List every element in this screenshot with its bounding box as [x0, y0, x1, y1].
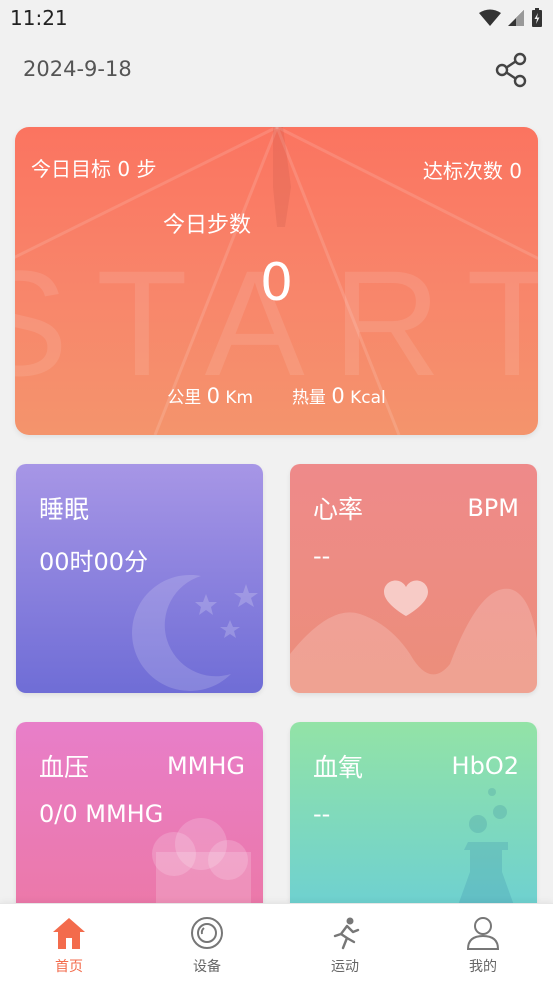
steps-title: 今日步数 [163, 213, 252, 238]
date-label: 2024-9-18 [23, 57, 132, 81]
nav-sport[interactable]: 运动 [295, 916, 395, 976]
distance-value: 0 [206, 384, 220, 408]
sleep-title: 睡眠 [39, 495, 90, 524]
nav-device-label: 设备 [193, 959, 221, 975]
status-icons [479, 8, 543, 28]
home-icon [53, 918, 85, 949]
watch-icon [191, 917, 223, 949]
blood-oxygen-value: -- [313, 800, 331, 828]
achieve-value: 0 [509, 159, 522, 183]
blood-oxygen-card[interactable]: 血氧 HbO2 -- [290, 722, 537, 922]
distance-unit: Km [225, 388, 254, 408]
battery-icon [532, 8, 542, 27]
daily-goal: 今日目标 0 步 [31, 153, 156, 182]
distance-label: 公里 [167, 388, 202, 408]
wifi-icon [479, 9, 501, 26]
goal-unit: 步 [136, 157, 157, 181]
share-icon[interactable] [494, 52, 530, 88]
nav-home-label: 首页 [55, 959, 83, 975]
steps-card[interactable]: START 今日目标 0 步 达标次数 0 今日步数 0 公里 0 Km 热量 … [15, 127, 538, 435]
heart-rate-unit: BPM [467, 494, 519, 522]
sleep-card[interactable]: 睡眠 00时00分 [16, 464, 263, 693]
nav-mine[interactable]: 我的 [433, 916, 533, 976]
user-icon [466, 917, 500, 950]
heart-rate-value: -- [313, 542, 331, 570]
calorie-label: 热量 [291, 388, 326, 408]
achieve-count: 达标次数 0 [423, 155, 522, 184]
calorie-unit: Kcal [350, 388, 386, 408]
heart-rate-title: 心率 [313, 495, 364, 524]
heart-rate-card[interactable]: 心率 BPM -- [290, 464, 537, 693]
nav-home[interactable]: 首页 [19, 916, 119, 976]
bottom-nav: 首页 设备 运动 我的 [0, 903, 553, 984]
nav-sport-label: 运动 [331, 959, 359, 975]
blood-pressure-card[interactable]: 血压 MMHG 0/0 MMHG [16, 722, 263, 922]
blood-pressure-unit: MMHG [166, 752, 245, 780]
blood-oxygen-unit: HbO2 [451, 752, 519, 780]
blood-pressure-value: 0/0 MMHG [39, 800, 164, 828]
status-bar: 11:21 [0, 0, 553, 38]
nav-mine-label: 我的 [469, 959, 497, 975]
steps-value: 0 [259, 253, 294, 313]
calorie-value: 0 [331, 384, 345, 408]
running-icon [333, 917, 360, 950]
goal-label: 今日目标 [31, 157, 111, 181]
signal-icon [508, 10, 524, 26]
steps-stats: 公里 0 Km 热量 0 Kcal [15, 383, 538, 408]
achieve-label: 达标次数 [422, 159, 503, 183]
blood-pressure-title: 血压 [39, 753, 90, 782]
sleep-value: 00时00分 [39, 548, 149, 576]
blood-oxygen-title: 血氧 [313, 753, 364, 782]
nav-device[interactable]: 设备 [157, 916, 257, 976]
goal-value: 0 [117, 157, 131, 181]
status-time: 11:21 [10, 6, 68, 30]
